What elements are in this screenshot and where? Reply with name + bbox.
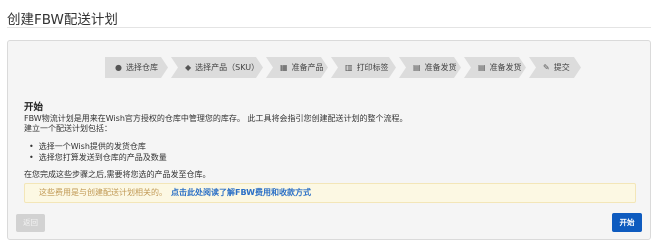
globe-icon: ● xyxy=(115,63,122,72)
closing-text: 在您完成这些步骤之后,需要将您选的产品发至仓库。 xyxy=(24,170,211,179)
list-icon: ▤ xyxy=(478,63,486,72)
step-submit[interactable]: ✎ 提交 xyxy=(529,57,581,78)
fee-info-link[interactable]: 点击此处阅读了解FBW费用和收款方式 xyxy=(171,188,311,197)
section-heading: 开始 xyxy=(24,102,44,113)
fee-notice: 这些费用是与创建配送计划相关的。 点击此处阅读了解FBW费用和收款方式 xyxy=(24,183,636,203)
intro-line: 建立一个配送计划包括： xyxy=(24,124,112,133)
intro-text: FBW物流计划是用来在Wish官方授权的仓库中管理您的库存。 此工具将会指引您创… xyxy=(24,114,407,134)
step-label: 准备发货 xyxy=(424,63,457,72)
notice-text: 这些费用是与创建配送计划相关的。 xyxy=(39,188,167,197)
start-button[interactable]: 开始 xyxy=(612,213,642,232)
list-item: 选择您打算发送到仓库的产品及数量 xyxy=(24,152,167,163)
steps-list: 选择一个Wish提供的发货仓库 选择您打算发送到仓库的产品及数量 xyxy=(24,141,167,163)
edit-icon: ✎ xyxy=(543,63,550,72)
step-label: 打印标签 xyxy=(356,63,389,72)
page-title: 创建FBW配送计划 xyxy=(7,12,118,28)
intro-line: FBW物流计划是用来在Wish官方授权的仓库中管理您的库存。 此工具将会指引您创… xyxy=(24,114,408,123)
step-prepare-shipment-1[interactable]: ▤ 准备发货 xyxy=(399,57,461,78)
progress-steps: ● 选择仓库 ◆ 选择产品（SKU） ▦ 准备产品 ▥ 打印标签 ▤ 准备发货 … xyxy=(105,57,584,78)
barcode-icon: ▥ xyxy=(345,63,353,72)
tag-icon: ◆ xyxy=(185,63,192,72)
back-button[interactable]: 返回 xyxy=(16,214,45,232)
grid-icon: ▦ xyxy=(280,63,288,72)
step-label: 选择产品（SKU） xyxy=(195,63,260,72)
step-select-products[interactable]: ◆ 选择产品（SKU） xyxy=(171,57,263,78)
wizard-panel: ● 选择仓库 ◆ 选择产品（SKU） ▦ 准备产品 ▥ 打印标签 ▤ 准备发货 … xyxy=(7,40,651,240)
step-select-warehouse[interactable]: ● 选择仓库 xyxy=(105,57,168,78)
step-label: 选择仓库 xyxy=(125,63,158,72)
step-prepare-products[interactable]: ▦ 准备产品 xyxy=(266,57,328,78)
title-divider xyxy=(7,27,651,28)
step-label: 提交 xyxy=(553,63,570,72)
step-print-labels[interactable]: ▥ 打印标签 xyxy=(331,57,396,78)
list-item: 选择一个Wish提供的发货仓库 xyxy=(24,141,167,152)
step-prepare-shipment-2[interactable]: ▤ 准备发货 xyxy=(464,57,526,78)
step-label: 准备产品 xyxy=(291,63,324,72)
step-label: 准备发货 xyxy=(489,63,522,72)
list-icon: ▤ xyxy=(413,63,421,72)
